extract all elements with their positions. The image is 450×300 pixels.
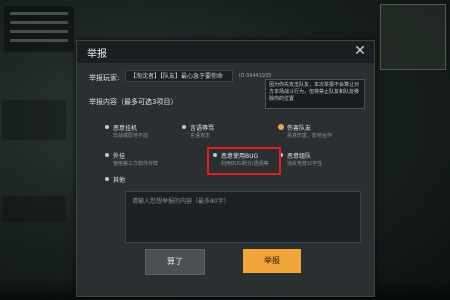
dialog-title: 举报 bbox=[87, 49, 107, 60]
close-icon[interactable]: ✕ bbox=[352, 43, 368, 59]
report-content-label: 举报内容（最多可选3项目） bbox=[89, 98, 178, 106]
player-label: 举报玩家: bbox=[89, 74, 120, 82]
radio-dot-icon bbox=[105, 177, 109, 181]
radio-dot-icon bbox=[105, 153, 109, 157]
dialog-header: 举报 ✕ bbox=[77, 41, 374, 63]
report-button[interactable]: 举报 bbox=[243, 249, 301, 273]
radio-dot-icon bbox=[105, 125, 109, 129]
report-tooltip: 因为你先攻击队友，本次举报不会算让对方本场战斗行为，但将禁止队友和队友移除你的位… bbox=[265, 79, 365, 109]
radio-dot-icon bbox=[182, 125, 186, 129]
cancel-button[interactable]: 算了 bbox=[145, 249, 205, 275]
report-description-input[interactable]: 请输入您想举报的内容（最多80字） bbox=[125, 191, 361, 243]
radio-dot-selected-icon bbox=[279, 125, 283, 129]
reported-player-name: 【淘沈者】【队友】最心急于要你命 bbox=[125, 70, 233, 82]
annotation-highlight-box bbox=[207, 147, 281, 175]
report-dialog: 举报 ✕ 举报玩家: 【淘沈者】【队友】最心急于要你命 ID:36441935 … bbox=[76, 40, 375, 297]
